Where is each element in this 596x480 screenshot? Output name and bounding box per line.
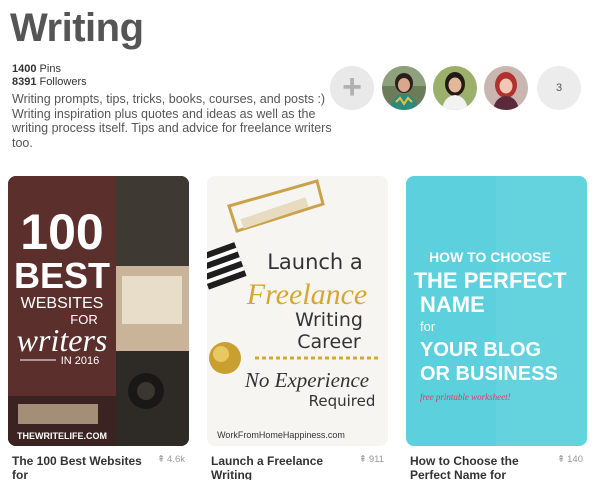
- board-description: Writing prompts, tips, tricks, books, co…: [12, 92, 332, 150]
- pin2-text-launch: Launch a: [267, 250, 363, 274]
- pin-image[interactable]: HOW TO CHOOSE THE PERFECT NAME for YOUR …: [406, 176, 587, 446]
- followers-count: 8391: [12, 76, 37, 88]
- board-title: Writing: [10, 6, 144, 50]
- pin2-text-freelance: Freelance: [246, 278, 367, 311]
- pins-count: 1400: [12, 63, 37, 75]
- pin-card[interactable]: HOW TO CHOOSE THE PERFECT NAME for YOUR …: [406, 176, 587, 480]
- more-collaborators-button[interactable]: 3: [537, 66, 581, 110]
- more-collaborators-count: 3: [555, 82, 563, 94]
- pushpin-icon: ⇞: [358, 454, 367, 465]
- pin-title[interactable]: The 100 Best Websites for: [12, 454, 152, 480]
- pushpin-icon: ⇞: [557, 454, 566, 465]
- plus-icon: +: [342, 67, 362, 106]
- pin2-text-required: Required: [309, 392, 376, 410]
- pin3-text-perfect: THE PERFECT: [414, 268, 567, 293]
- pin-title[interactable]: Launch a Freelance Writing: [211, 454, 351, 480]
- pin-save-count: ⇞ 911: [359, 454, 384, 465]
- pushpin-icon: ⇞: [157, 454, 166, 465]
- add-collaborator-button[interactable]: +: [330, 66, 374, 110]
- followers-label: Followers: [39, 76, 87, 88]
- collaborator-avatar[interactable]: [433, 66, 477, 110]
- pin-save-count-value: 140: [567, 454, 583, 465]
- pin3-text-howto: HOW TO CHOOSE: [429, 249, 551, 265]
- pin-save-count: ⇞ 4.6k: [157, 454, 185, 465]
- avatar-image: [382, 66, 426, 110]
- pin1-text-websites: WEBSITES: [21, 295, 104, 312]
- pin1-text-best: BEST: [14, 255, 110, 296]
- followers-stat[interactable]: 8391 Followers: [12, 76, 87, 89]
- collaborator-avatar[interactable]: [484, 66, 528, 110]
- pin-card[interactable]: Launch a Freelance Writing Career No Exp…: [207, 176, 388, 480]
- pin2-source: WorkFromHomeHappiness.com: [217, 430, 345, 440]
- pin-save-count-value: 4.6k: [167, 454, 185, 465]
- avatar-image: [484, 66, 528, 110]
- board-stats: 1400 Pins 8391 Followers: [12, 63, 87, 89]
- pin-image[interactable]: Launch a Freelance Writing Career No Exp…: [207, 176, 388, 446]
- pin-card[interactable]: 100 BEST WEBSITES FOR writers IN 2016 TH…: [8, 176, 189, 480]
- pin-title[interactable]: How to Choose the Perfect Name for: [410, 454, 550, 480]
- pin3-text-name: NAME: [420, 292, 485, 317]
- pin-save-count: ⇞ 140: [557, 454, 583, 465]
- pin1-text-100: 100: [20, 204, 103, 260]
- pin2-text-writing: Writing: [295, 309, 363, 331]
- pin3-source: free printable worksheet!: [420, 392, 511, 402]
- pins-label: Pins: [39, 63, 61, 75]
- pin3-text-blog: YOUR BLOG: [420, 339, 541, 361]
- pin1-text-writers: writers: [17, 322, 108, 358]
- pin2-text-career: Career: [297, 331, 361, 353]
- collaborator-avatar[interactable]: [382, 66, 426, 110]
- pin-save-count-value: 911: [368, 454, 384, 465]
- pin1-source: THEWRITELIFE.COM: [17, 431, 107, 441]
- pin3-text-business: OR BUSINESS: [420, 363, 558, 385]
- avatar-image: [433, 66, 477, 110]
- pin3-text-for: for: [420, 319, 436, 334]
- pins-stat[interactable]: 1400 Pins: [12, 63, 87, 76]
- pin2-text-noexp: No Experience: [244, 368, 369, 392]
- pin1-text-year: IN 2016: [61, 355, 100, 367]
- pin-image[interactable]: 100 BEST WEBSITES FOR writers IN 2016 TH…: [8, 176, 189, 446]
